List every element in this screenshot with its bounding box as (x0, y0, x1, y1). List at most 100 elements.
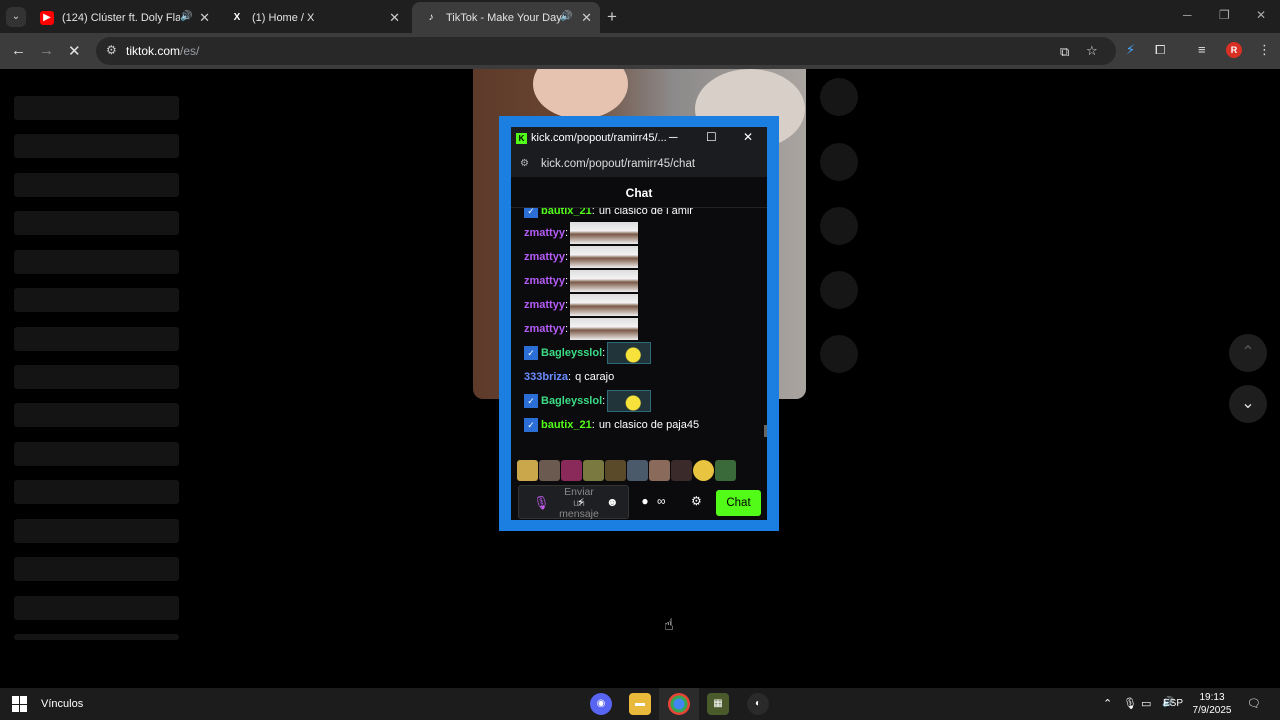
new-tab-button[interactable]: + (607, 7, 617, 27)
menu-icon[interactable]: ⋮ (1258, 42, 1271, 58)
chat-username[interactable]: bautix_21 (541, 419, 592, 431)
chat-username[interactable]: zmattyy (524, 323, 565, 335)
face-emote-icon (570, 318, 639, 340)
chat-message: 333briza: q carajo (524, 366, 614, 388)
chat-colon: : (591, 208, 595, 217)
emote-icon[interactable] (539, 460, 560, 481)
bookmark-star-icon[interactable]: ☆ (1086, 43, 1098, 59)
address-bar[interactable]: ⚙ tiktok.com/es/ ⧉ ☆ (96, 37, 1116, 65)
chat-messages[interactable]: ✓ bautix_21: un clasico de l amir zmatty… (511, 208, 767, 448)
face-emote-icon (570, 294, 639, 316)
next-video-button[interactable]: ⌄ (1229, 385, 1267, 423)
chat-scrollbar[interactable] (764, 425, 767, 437)
tab-tiktok[interactable]: ♪ TikTok - Make Your Day 🔊 ✕ (412, 2, 600, 33)
chat-username[interactable]: zmattyy (524, 251, 565, 263)
chat-title: Chat (625, 186, 653, 200)
microphone-icon[interactable]: 🎙 (1123, 697, 1137, 710)
infinity-icon[interactable]: ∞ (657, 494, 666, 508)
points-icon[interactable]: ⦁ (642, 494, 648, 509)
previous-video-button[interactable]: ⌃ (1229, 334, 1267, 372)
chat-colon: : (564, 323, 569, 335)
send-chat-button[interactable]: Chat (716, 490, 761, 516)
windows-start-icon[interactable] (12, 696, 28, 712)
maximize-icon[interactable]: ☐ (706, 130, 717, 144)
speaker-icon[interactable]: 🔊 (560, 11, 572, 22)
chat-username[interactable]: zmattyy (524, 299, 565, 311)
extension-icon[interactable]: ⚡ (1126, 42, 1135, 58)
profile-avatar[interactable]: R (1226, 42, 1242, 58)
media-controls-icon[interactable]: ≡ (1198, 42, 1206, 57)
avatar-placeholder[interactable] (820, 78, 858, 116)
close-tab-icon[interactable]: ✕ (581, 10, 592, 26)
emote-icon[interactable] (583, 460, 604, 481)
discord-icon[interactable]: ◉ (590, 693, 612, 715)
minecraft-icon[interactable]: ▦ (707, 693, 729, 715)
chat-username[interactable]: bautix_21 (541, 208, 592, 217)
emote-icon[interactable] (517, 460, 538, 481)
emote-icon[interactable] (693, 460, 714, 481)
windows-taskbar: Vínculos ◉ ▬ ▦ ◐ ⌃ 🎙 ▭ 🔊 ESP 19:13 7/9/2… (0, 688, 1280, 720)
chat-message: zmattyy: (524, 246, 639, 268)
close-window-icon[interactable]: ✕ (1256, 8, 1266, 22)
popup-titlebar[interactable]: K kick.com/popout/ramirr45/... ─ ☐ ✕ (511, 127, 767, 151)
tab-search-button[interactable]: ⌄ (6, 7, 26, 27)
chat-message-input[interactable]: 🎙 Enviar un mensaje ⚡ ☻ (518, 485, 629, 520)
links-toolbar[interactable]: Vínculos (41, 698, 83, 710)
emote-icon[interactable] (649, 460, 670, 481)
settings-gear-icon[interactable]: ⚙ (691, 494, 702, 508)
tab-x[interactable]: X (1) Home / X ✕ (218, 2, 408, 33)
chat-colon: : (564, 275, 569, 287)
minimize-icon[interactable]: ─ (1183, 8, 1192, 22)
save-placeholder[interactable] (820, 271, 858, 309)
forward-icon[interactable]: → (39, 42, 54, 59)
site-info-icon[interactable]: ⚙ (106, 43, 117, 57)
restore-icon[interactable]: ❐ (1219, 8, 1230, 22)
extension-icon[interactable]: ⚡ (577, 496, 585, 509)
emote-icon[interactable] (671, 460, 692, 481)
obs-icon[interactable]: ◐ (747, 693, 769, 715)
close-tab-icon[interactable]: ✕ (389, 10, 400, 26)
install-app-icon[interactable]: ⧉ (1060, 44, 1069, 60)
chrome-icon[interactable] (668, 693, 690, 715)
clock[interactable]: 19:13 7/9/2025 (1192, 691, 1232, 717)
back-icon[interactable]: ← (11, 42, 26, 59)
notifications-icon[interactable]: 🗨 (1247, 697, 1261, 710)
sidebar-skeleton (14, 442, 179, 466)
x-icon: X (233, 11, 241, 23)
minimize-icon[interactable]: ─ (669, 130, 678, 144)
chat-message: zmattyy: (524, 222, 639, 244)
language-indicator[interactable]: ESP (1163, 698, 1183, 709)
browser-toolbar: ← → ✕ ⚙ tiktok.com/es/ ⧉ ☆ ⚡ ⧠ ≡ R ⋮ (0, 33, 1280, 69)
url-text[interactable]: tiktok.com/es/ (126, 44, 199, 58)
chat-username[interactable]: 333briza (524, 371, 568, 383)
microphone-icon[interactable]: 🎙 (533, 495, 550, 511)
comment-placeholder[interactable] (820, 207, 858, 245)
file-explorer-icon[interactable]: ▬ (629, 693, 651, 715)
sidebar-skeleton (14, 211, 179, 235)
chat-username[interactable]: zmattyy (524, 275, 565, 287)
emote-icon[interactable] (605, 460, 626, 481)
chat-username[interactable]: Bagleysslol (541, 347, 602, 359)
sidebar-skeleton (14, 403, 179, 427)
chat-message: zmattyy: (524, 270, 639, 292)
extensions-puzzle-icon[interactable]: ⧠ (1155, 42, 1165, 58)
show-hidden-icons-icon[interactable]: ⌃ (1103, 697, 1112, 710)
speaker-icon[interactable]: 🔊 (180, 11, 192, 22)
stop-loading-icon[interactable]: ✕ (68, 42, 81, 60)
emoji-picker-icon[interactable]: ☻ (606, 495, 619, 509)
sidebar-skeleton (14, 96, 179, 120)
emote-icon[interactable] (561, 460, 582, 481)
popup-address-bar[interactable]: ⚙ kick.com/popout/ramirr45/chat (511, 151, 767, 177)
close-icon[interactable]: ✕ (743, 130, 753, 144)
close-tab-icon[interactable]: ✕ (199, 10, 210, 26)
url-path: /es/ (180, 44, 200, 58)
chat-username[interactable]: Bagleysslol (541, 395, 602, 407)
share-placeholder[interactable] (820, 335, 858, 373)
emote-icon[interactable] (627, 460, 648, 481)
network-icon[interactable]: ▭ (1141, 697, 1151, 710)
like-placeholder[interactable] (820, 143, 858, 181)
tab-youtube[interactable]: ▶ (124) Clúster ft. Doly Flackk 🔊 ✕ (28, 2, 218, 33)
chat-username[interactable]: zmattyy (524, 227, 565, 239)
emote-icon[interactable] (715, 460, 736, 481)
site-info-icon[interactable]: ⚙ (520, 158, 529, 169)
